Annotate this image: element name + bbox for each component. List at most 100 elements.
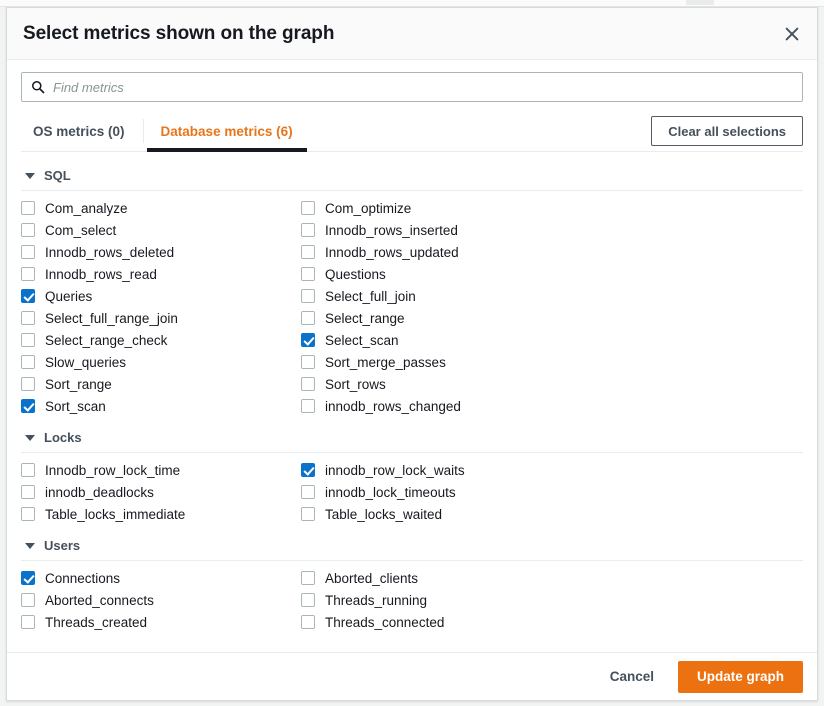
- metric-item[interactable]: Aborted_clients: [301, 567, 803, 589]
- metric-label: Sort_rows: [325, 377, 386, 392]
- metric-item[interactable]: Sort_rows: [301, 373, 803, 395]
- checkbox-icon[interactable]: [21, 223, 35, 237]
- checkbox-icon[interactable]: [301, 507, 315, 521]
- metric-label: Sort_scan: [45, 399, 106, 414]
- checkbox-icon[interactable]: [21, 463, 35, 477]
- search-box[interactable]: [21, 72, 803, 102]
- metric-item[interactable]: Select_full_range_join: [21, 307, 301, 329]
- metric-item[interactable]: Table_locks_waited: [301, 503, 803, 525]
- metric-group-locks: Locks Innodb_row_lock_time innodb_row_lo…: [21, 430, 803, 525]
- tab-os-metrics[interactable]: OS metrics (0): [21, 111, 143, 151]
- checkbox-icon[interactable]: [301, 289, 315, 303]
- checkbox-icon[interactable]: [21, 399, 35, 413]
- metric-item[interactable]: Com_analyze: [21, 197, 301, 219]
- metric-item[interactable]: Questions: [301, 263, 803, 285]
- checkbox-icon[interactable]: [21, 377, 35, 391]
- checkbox-icon[interactable]: [21, 355, 35, 369]
- metrics-list: SQL Com_analyze Com_optimize Com_select …: [7, 152, 817, 652]
- metric-label: Aborted_connects: [45, 593, 154, 608]
- checkbox-icon[interactable]: [21, 267, 35, 281]
- tabs-bar: OS metrics (0) Database metrics (6) Clea…: [21, 111, 803, 152]
- metric-item[interactable]: Table_locks_immediate: [21, 503, 301, 525]
- checkbox-icon[interactable]: [21, 507, 35, 521]
- metric-item[interactable]: Select_scan: [301, 329, 803, 351]
- metric-group-sql-grid: Com_analyze Com_optimize Com_select Inno…: [21, 191, 803, 417]
- metric-item[interactable]: Sort_merge_passes: [301, 351, 803, 373]
- metric-item[interactable]: Slow_queries: [21, 351, 301, 373]
- metric-label: innodb_row_lock_waits: [325, 463, 465, 478]
- checkbox-icon[interactable]: [301, 593, 315, 607]
- metric-group-locks-grid: Innodb_row_lock_time innodb_row_lock_wai…: [21, 453, 803, 525]
- checkbox-icon[interactable]: [301, 333, 315, 347]
- metric-group-users: Users Connections Aborted_clients Aborte…: [21, 538, 803, 633]
- metric-item[interactable]: innodb_lock_timeouts: [301, 481, 803, 503]
- checkbox-icon[interactable]: [301, 201, 315, 215]
- metric-item[interactable]: Sort_scan: [21, 395, 301, 417]
- metric-label: Threads_created: [45, 615, 147, 630]
- metric-label: Select_full_join: [325, 289, 416, 304]
- metric-item[interactable]: Com_optimize: [301, 197, 803, 219]
- checkbox-icon[interactable]: [21, 289, 35, 303]
- clear-all-selections-button[interactable]: Clear all selections: [651, 116, 803, 146]
- checkbox-icon[interactable]: [301, 485, 315, 499]
- metric-item[interactable]: Threads_created: [21, 611, 301, 633]
- metric-label: Innodb_rows_deleted: [45, 245, 174, 260]
- checkbox-icon[interactable]: [21, 571, 35, 585]
- metric-item[interactable]: Innodb_rows_updated: [301, 241, 803, 263]
- metric-item[interactable]: Select_range_check: [21, 329, 301, 351]
- tab-database-metrics[interactable]: Database metrics (6): [143, 111, 311, 151]
- metric-item[interactable]: Innodb_rows_read: [21, 263, 301, 285]
- checkbox-icon[interactable]: [301, 223, 315, 237]
- metric-item[interactable]: innodb_row_lock_waits: [301, 459, 803, 481]
- checkbox-icon[interactable]: [301, 311, 315, 325]
- metric-label: innodb_rows_changed: [325, 399, 461, 414]
- metric-item[interactable]: Innodb_rows_deleted: [21, 241, 301, 263]
- checkbox-icon[interactable]: [301, 463, 315, 477]
- metric-label: Innodb_rows_read: [45, 267, 157, 282]
- cancel-button[interactable]: Cancel: [600, 663, 664, 690]
- checkbox-icon[interactable]: [301, 571, 315, 585]
- metric-item[interactable]: Threads_connected: [301, 611, 803, 633]
- caret-down-icon: [25, 173, 35, 179]
- metric-item[interactable]: innodb_deadlocks: [21, 481, 301, 503]
- metric-item[interactable]: Connections: [21, 567, 301, 589]
- metric-item[interactable]: Innodb_rows_inserted: [301, 219, 803, 241]
- checkbox-icon[interactable]: [21, 615, 35, 629]
- checkbox-icon[interactable]: [301, 355, 315, 369]
- metric-label: innodb_lock_timeouts: [325, 485, 456, 500]
- checkbox-icon[interactable]: [301, 245, 315, 259]
- checkbox-icon[interactable]: [301, 399, 315, 413]
- metric-item[interactable]: Queries: [21, 285, 301, 307]
- metric-label: Table_locks_immediate: [45, 507, 185, 522]
- checkbox-icon[interactable]: [21, 333, 35, 347]
- metric-item[interactable]: Select_range: [301, 307, 803, 329]
- background-page-chip: [686, 0, 714, 5]
- checkbox-icon[interactable]: [301, 615, 315, 629]
- metric-item[interactable]: innodb_rows_changed: [301, 395, 803, 417]
- checkbox-icon[interactable]: [21, 245, 35, 259]
- metric-group-sql-header[interactable]: SQL: [21, 168, 803, 191]
- metric-item[interactable]: Select_full_join: [301, 285, 803, 307]
- checkbox-icon[interactable]: [301, 267, 315, 281]
- update-graph-button[interactable]: Update graph: [678, 661, 803, 693]
- metric-item[interactable]: Innodb_row_lock_time: [21, 459, 301, 481]
- metric-item[interactable]: Threads_running: [301, 589, 803, 611]
- metric-group-users-header[interactable]: Users: [21, 538, 803, 561]
- search-input[interactable]: [22, 73, 802, 101]
- checkbox-icon[interactable]: [21, 311, 35, 325]
- metric-label: Innodb_rows_updated: [325, 245, 459, 260]
- metric-group-locks-header[interactable]: Locks: [21, 430, 803, 453]
- metric-label: Select_full_range_join: [45, 311, 178, 326]
- checkbox-icon[interactable]: [21, 593, 35, 607]
- metric-label: Sort_merge_passes: [325, 355, 446, 370]
- metric-label: Connections: [45, 571, 120, 586]
- close-icon[interactable]: [777, 19, 807, 49]
- checkbox-icon[interactable]: [21, 201, 35, 215]
- metric-group-sql-title: SQL: [44, 168, 71, 183]
- checkbox-icon[interactable]: [21, 485, 35, 499]
- metric-item[interactable]: Aborted_connects: [21, 589, 301, 611]
- checkbox-icon[interactable]: [301, 377, 315, 391]
- metric-item[interactable]: Com_select: [21, 219, 301, 241]
- metric-item[interactable]: Sort_range: [21, 373, 301, 395]
- metric-label: Threads_connected: [325, 615, 444, 630]
